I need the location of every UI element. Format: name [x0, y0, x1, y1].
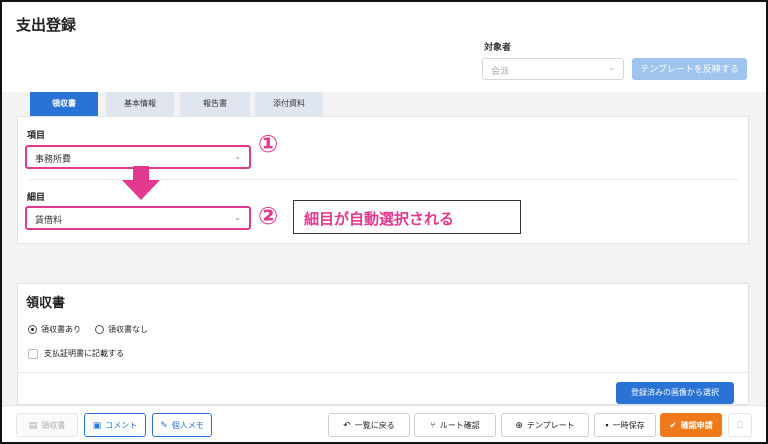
- save-icon: ▪: [605, 419, 609, 430]
- chevron-down-icon: ⌄: [234, 152, 241, 161]
- receipt-card: 領収書 領収書あり 領収書なし 支払証明書に記載する 登録済みの画像から選択: [17, 283, 749, 405]
- chevron-down-icon: ⌄: [234, 213, 241, 222]
- select-registered-image-button[interactable]: 登録済みの画像から選択: [616, 382, 734, 404]
- confirm-apply-button[interactable]: ✔ 確認申請: [660, 413, 722, 437]
- bookmark-button[interactable]: ⎕: [728, 413, 752, 437]
- tab-basic-info[interactable]: 基本情報: [106, 92, 174, 116]
- personal-memo-button[interactable]: ✎ 個人メモ: [152, 413, 212, 437]
- check-circle-icon: ✔: [669, 419, 677, 430]
- apply-template-button[interactable]: テンプレートを反映する: [632, 58, 747, 80]
- back-to-list-button[interactable]: ↶ 一覧に戻る: [328, 413, 410, 437]
- footer-toolbar: ▤ 領収書 ▣ コメント ✎ 個人メモ ↶ 一覧に戻る ⑂ ルート確認 ⊕ テン…: [2, 405, 766, 442]
- route-icon: ⑂: [430, 419, 436, 430]
- radio-receipt-yes-label: 領収書あり: [41, 325, 81, 334]
- marker-1: ①: [258, 131, 279, 158]
- pen-icon: ✎: [160, 419, 168, 430]
- personal-memo-button-label: 個人メモ: [171, 420, 204, 430]
- comment-icon: ▣: [92, 419, 102, 430]
- comment-button[interactable]: ▣ コメント: [84, 413, 146, 437]
- bookmark-icon: ⎕: [737, 419, 743, 430]
- marker-2: ②: [258, 203, 279, 230]
- radio-receipt-yes[interactable]: [28, 325, 37, 334]
- target-label: 対象者: [484, 42, 512, 52]
- tab-report[interactable]: 報告書: [180, 92, 250, 116]
- item-label: 項目: [27, 130, 46, 140]
- divider: [18, 372, 748, 373]
- callout-note: 細目が自動選択される: [293, 200, 521, 234]
- receipt-button[interactable]: ▤ 領収書: [16, 413, 78, 437]
- target-select[interactable]: 会派 ⌄: [482, 58, 624, 80]
- payment-cert-label: 支払証明書に記載する: [44, 349, 124, 358]
- receipt-radio-group: 領収書あり 領収書なし: [28, 324, 148, 335]
- tab-receipt[interactable]: 領収書: [30, 92, 98, 116]
- confirm-apply-button-label: 確認申請: [680, 420, 713, 430]
- target-select-value: 会派: [491, 66, 510, 76]
- radio-receipt-no-label: 領収書なし: [108, 325, 148, 334]
- arrow-down-icon: [122, 166, 160, 200]
- route-check-button[interactable]: ⑂ ルート確認: [414, 413, 496, 437]
- back-to-list-button-label: 一覧に戻る: [354, 420, 395, 430]
- template-button-label: テンプレート: [526, 420, 575, 430]
- plus-circle-icon: ⊕: [515, 419, 523, 430]
- subitem-select-value: 賃借料: [35, 215, 63, 225]
- page-title: 支出登録: [16, 17, 77, 34]
- tab-attachments[interactable]: 添付資料: [255, 92, 323, 116]
- payment-cert-checkbox[interactable]: [28, 348, 38, 359]
- template-button[interactable]: ⊕ テンプレート: [501, 413, 589, 437]
- back-arrow-icon: ↶: [343, 419, 351, 430]
- subitem-select[interactable]: 賃借料 ⌄: [25, 206, 251, 230]
- route-check-button-label: ルート確認: [439, 420, 480, 430]
- comment-button-label: コメント: [105, 420, 138, 430]
- temp-save-button-label: 一時保存: [612, 420, 645, 430]
- item-select-value: 事務所費: [35, 154, 72, 164]
- payment-cert-row: 支払証明書に記載する: [28, 348, 124, 359]
- radio-receipt-no[interactable]: [95, 325, 104, 334]
- subitem-label: 細目: [27, 192, 46, 202]
- receipt-button-label: 領収書: [41, 420, 66, 430]
- chevron-down-icon: ⌄: [608, 63, 615, 72]
- document-icon: ▤: [28, 419, 38, 430]
- temp-save-button[interactable]: ▪ 一時保存: [594, 413, 656, 437]
- receipt-title: 領収書: [26, 295, 66, 310]
